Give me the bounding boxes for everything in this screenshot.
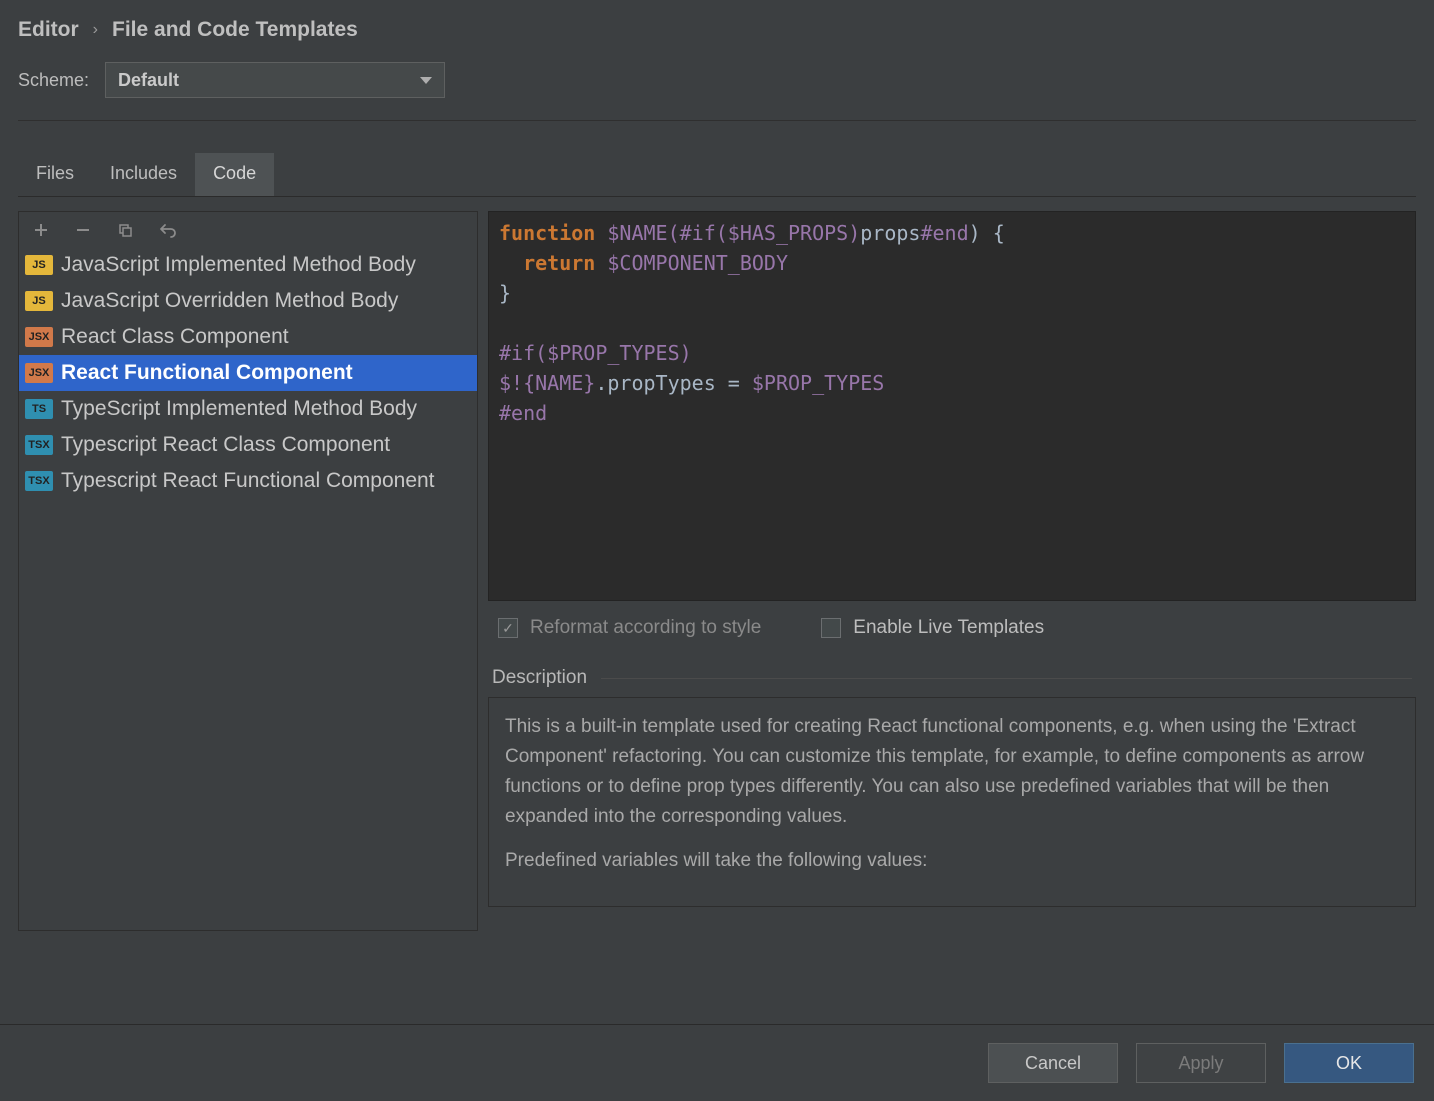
list-item-label: JavaScript Implemented Method Body <box>61 253 416 277</box>
code-token: #end <box>499 401 547 425</box>
list-item-label: React Class Component <box>61 325 289 349</box>
checkbox-icon <box>821 618 841 638</box>
undo-icon[interactable] <box>159 222 179 238</box>
filetype-badge: JS <box>25 291 53 311</box>
list-item[interactable]: TS TypeScript Implemented Method Body <box>19 391 477 427</box>
list-item-label: Typescript React Class Component <box>61 433 390 457</box>
list-item[interactable]: JSX React Functional Component <box>19 355 477 391</box>
description-box: This is a built-in template used for cre… <box>488 697 1416 907</box>
remove-icon[interactable] <box>75 222 95 238</box>
tab-includes[interactable]: Includes <box>92 153 195 196</box>
code-token: function <box>499 221 595 245</box>
cancel-button[interactable]: Cancel <box>988 1043 1118 1083</box>
code-token: #end <box>920 221 968 245</box>
code-token: return <box>499 251 595 275</box>
button-bar: Cancel Apply OK <box>0 1024 1434 1101</box>
code-token: } <box>499 281 511 305</box>
ok-button[interactable]: OK <box>1284 1043 1414 1083</box>
reformat-label: Reformat according to style <box>530 617 761 639</box>
template-toolbar <box>19 212 477 247</box>
template-list[interactable]: JS JavaScript Implemented Method Body JS Ja… <box>19 247 477 930</box>
code-token: $NAME( <box>595 221 679 245</box>
list-item-label: Typescript React Functional Component <box>61 469 435 493</box>
tab-code[interactable]: Code <box>195 153 274 196</box>
code-token: #if($HAS_PROPS) <box>680 221 861 245</box>
chevron-right-icon: › <box>93 21 98 39</box>
list-item[interactable]: JSX React Class Component <box>19 319 477 355</box>
tabs: Files Includes Code <box>18 153 1416 197</box>
code-token: $!{NAME} <box>499 371 595 395</box>
divider <box>601 678 1412 679</box>
scheme-label: Scheme: <box>18 70 89 91</box>
scheme-value: Default <box>118 70 179 91</box>
live-templates-label: Enable Live Templates <box>853 617 1044 639</box>
list-item-label: React Functional Component <box>61 361 353 385</box>
code-token: .propTypes = <box>595 371 752 395</box>
description-p1: This is a built-in template used for cre… <box>505 712 1399 832</box>
description-p2: Predefined variables will take the follo… <box>505 846 1399 876</box>
tab-files[interactable]: Files <box>18 153 92 196</box>
filetype-badge: TS <box>25 399 53 419</box>
list-item-label: JavaScript Overridden Method Body <box>61 289 398 313</box>
scheme-select[interactable]: Default <box>105 62 445 98</box>
code-editor[interactable]: function $NAME(#if($HAS_PROPS)props#end)… <box>488 211 1416 601</box>
template-panel: JS JavaScript Implemented Method Body JS Ja… <box>18 211 478 931</box>
list-item[interactable]: TSX Typescript React Class Component <box>19 427 477 463</box>
code-token: $PROP_TYPES <box>752 371 884 395</box>
filetype-badge: TSX <box>25 435 53 455</box>
chevron-down-icon <box>420 77 432 84</box>
list-item-label: TypeScript Implemented Method Body <box>61 397 417 421</box>
live-templates-checkbox[interactable]: Enable Live Templates <box>821 617 1044 639</box>
filetype-badge: JSX <box>25 327 53 347</box>
divider <box>18 120 1416 121</box>
add-icon[interactable] <box>33 222 53 238</box>
apply-button[interactable]: Apply <box>1136 1043 1266 1083</box>
description-title: Description <box>492 667 587 689</box>
breadcrumb-root[interactable]: Editor <box>18 18 79 42</box>
copy-icon[interactable] <box>117 222 137 238</box>
breadcrumb-page: File and Code Templates <box>112 18 358 42</box>
code-token: ) { <box>969 221 1005 245</box>
filetype-badge: TSX <box>25 471 53 491</box>
reformat-checkbox: ✓ Reformat according to style <box>498 617 761 639</box>
checkbox-icon: ✓ <box>498 618 518 638</box>
filetype-badge: JS <box>25 255 53 275</box>
description-header: Description <box>488 645 1416 697</box>
code-token: $COMPONENT_BODY <box>595 251 788 275</box>
list-item[interactable]: TSX Typescript React Functional Component <box>19 463 477 499</box>
breadcrumb: Editor › File and Code Templates <box>0 0 1434 58</box>
code-token: #if($PROP_TYPES) <box>499 341 692 365</box>
code-token: props <box>860 221 920 245</box>
list-item[interactable]: JS JavaScript Overridden Method Body <box>19 283 477 319</box>
filetype-badge: JSX <box>25 363 53 383</box>
list-item[interactable]: JS JavaScript Implemented Method Body <box>19 247 477 283</box>
